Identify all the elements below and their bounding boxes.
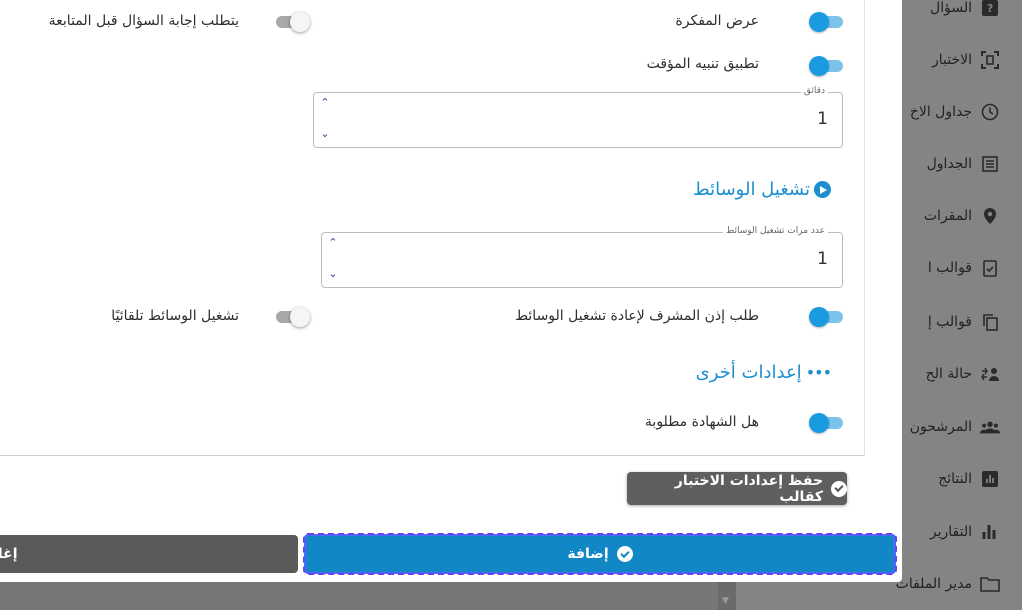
- other-settings-section-title: ••• إعدادات أخرى: [695, 362, 832, 383]
- people-group-icon: [980, 417, 1000, 437]
- scan-frame-icon: [980, 50, 1000, 70]
- exam-settings-dialog: عرض المفكرة يتطلب إجابة السؤال قبل المتا…: [0, 0, 902, 582]
- sidebar-item-label: التقارير: [929, 524, 972, 540]
- close-button[interactable]: إغلاق: [0, 535, 298, 573]
- play-circle-icon: [814, 181, 831, 198]
- minutes-value: 1: [817, 109, 828, 129]
- increment-chevron-up-icon[interactable]: ⌃: [326, 236, 340, 250]
- require-answer-toggle[interactable]: [274, 12, 310, 32]
- settings-card: عرض المفكرة يتطلب إجابة السؤال قبل المتا…: [0, 0, 865, 456]
- location-pin-icon: [980, 206, 1000, 226]
- minutes-field[interactable]: دقائق 1 ⌃ ⌄: [313, 86, 843, 148]
- question-mark-icon: ?: [980, 0, 1000, 18]
- timer-alert-label: تطبيق تنبيه المؤقت: [646, 56, 759, 72]
- more-dots-icon: •••: [805, 363, 832, 382]
- sidebar-item-exam-schedules[interactable]: جداول الاخ: [910, 100, 1000, 124]
- certificate-required-toggle[interactable]: [809, 413, 843, 433]
- add-button[interactable]: إضافة: [303, 533, 897, 575]
- show-notepad-toggle[interactable]: [809, 12, 843, 32]
- copy-icon: [980, 312, 1000, 332]
- sidebar-item-candidates[interactable]: المرشحون: [910, 415, 1000, 439]
- media-play-count-value: 1: [817, 249, 828, 269]
- sidebar-item-label: النتائج: [938, 471, 972, 487]
- increment-chevron-up-icon[interactable]: ⌃: [318, 96, 332, 110]
- sidebar-item-question[interactable]: ? السؤال: [930, 0, 1000, 20]
- sidebar-item-results[interactable]: النتائج: [938, 467, 1000, 491]
- sidebar-item-tables[interactable]: الجداول: [927, 152, 1000, 176]
- media-play-count-field[interactable]: عدد مرات تشغيل الوسائط 1 ⌃ ⌄: [321, 226, 843, 288]
- sidebar-item-label: حالة الح: [925, 366, 972, 382]
- add-button-label: إضافة: [567, 546, 609, 562]
- sidebar-item-reports[interactable]: التقارير: [930, 520, 1000, 544]
- autoplay-media-toggle[interactable]: [274, 307, 310, 327]
- sidebar-item-exam[interactable]: الاختبار: [932, 48, 1000, 72]
- certificate-required-label: هل الشهادة مطلوبة: [644, 414, 759, 430]
- save-as-template-button[interactable]: حفظ إعدادات الاختبار كقالب: [627, 472, 847, 505]
- bar-chart-box-icon: [980, 469, 1000, 489]
- status-exchange-icon: [980, 364, 1000, 384]
- sidebar-item-label: السؤال: [930, 0, 972, 16]
- folder-icon: [980, 574, 1000, 594]
- show-notepad-label: عرض المفكرة: [675, 13, 759, 29]
- check-circle-icon: [616, 546, 633, 562]
- other-settings-title-text: إعدادات أخرى: [695, 362, 802, 383]
- minutes-field-legend: دقائق: [800, 86, 828, 96]
- media-play-count-legend: عدد مرات تشغيل الوسائط: [722, 226, 828, 236]
- sidebar-item-status[interactable]: حالة الح: [926, 362, 1000, 386]
- media-playback-section-title: تشغيل الوسائط: [693, 179, 831, 200]
- sidebar-item-label: الجداول: [926, 156, 972, 172]
- sidebar-item-label: مدير الملفات: [895, 576, 972, 592]
- supervisor-permission-label: طلب إذن المشرف لإعادة تشغيل الوسائط: [515, 308, 759, 324]
- table-list-icon: [980, 154, 1000, 174]
- clipboard-check-icon: [980, 258, 1000, 278]
- bar-chart-icon: [980, 522, 1000, 542]
- autoplay-media-label: تشغيل الوسائط تلقائيًا: [111, 308, 239, 324]
- sidebar-item-file-manager[interactable]: مدير الملفات: [896, 572, 1000, 596]
- sidebar-item-label: قوالب ا: [927, 260, 972, 276]
- clock-icon: [980, 102, 1000, 122]
- sidebar-item-templates-a[interactable]: قوالب ا: [928, 256, 1000, 280]
- supervisor-permission-toggle[interactable]: [809, 307, 843, 327]
- decrement-chevron-down-icon[interactable]: ⌄: [318, 127, 332, 141]
- decrement-chevron-down-icon[interactable]: ⌄: [326, 267, 340, 281]
- sidebar-item-label: الاختبار: [931, 52, 972, 68]
- sidebar-item-label: قوالب إ: [927, 314, 972, 330]
- save-as-template-label: حفظ إعدادات الاختبار كقالب: [674, 472, 824, 505]
- sidebar-item-templates-b[interactable]: قوالب إ: [928, 310, 1000, 334]
- sidebar-item-label: المرشحون: [909, 419, 972, 435]
- scroll-down-arrow-icon[interactable]: ▼: [722, 596, 729, 606]
- close-button-label: إغلاق: [0, 546, 18, 562]
- timer-alert-toggle[interactable]: [809, 56, 843, 76]
- media-playback-title-text: تشغيل الوسائط: [693, 179, 810, 200]
- sidebar-item-locations[interactable]: المقرات: [924, 204, 1000, 228]
- check-circle-icon: [831, 480, 847, 497]
- sidebar-item-label: المقرات: [923, 208, 972, 224]
- sidebar-item-label: جداول الاخ: [909, 104, 972, 120]
- require-answer-label: يتطلب إجابة السؤال قبل المتابعة: [48, 13, 239, 29]
